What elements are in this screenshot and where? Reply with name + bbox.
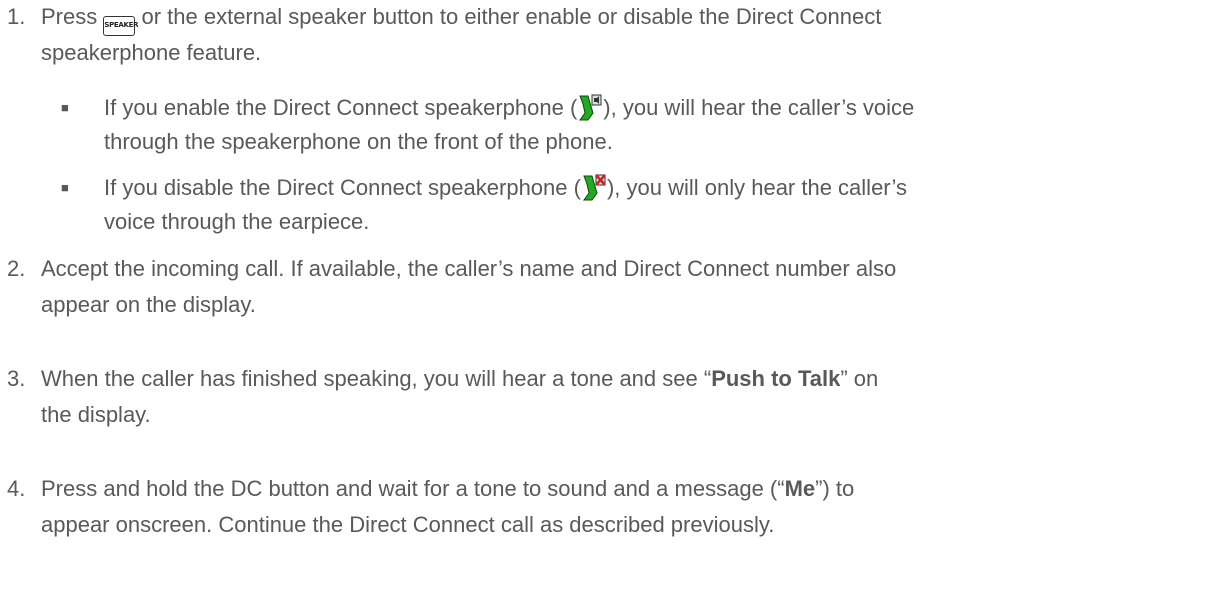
step-number: 2. [7, 256, 26, 281]
step-text: Press SPEAKER or the external speaker bu… [41, 0, 1191, 36]
step-text: Press and hold the DC button and wait fo… [41, 476, 855, 501]
bullet-text-line2: voice through the earpiece. [104, 209, 370, 234]
step-number: 3. [7, 366, 26, 391]
bullet-mark: ■ [61, 100, 69, 115]
step-number: 4. [7, 476, 26, 501]
dc-speaker-off-icon [582, 174, 606, 201]
dc-speaker-on-icon [579, 94, 602, 121]
me-label: Me [784, 476, 816, 501]
bullet-text: If you enable the Direct Connect speaker… [104, 94, 915, 121]
instruction-document: 1. Press SPEAKER or the external speaker… [0, 0, 1207, 613]
step-text: When the caller has finished speaking, y… [41, 366, 879, 391]
step-text-line2: speakerphone feature. [41, 40, 262, 65]
bullet-text: If you disable the Direct Connect speake… [104, 174, 907, 201]
step-text-line2: the display. [41, 402, 151, 427]
step-number: 1. [7, 4, 26, 29]
bullet-mark: ■ [61, 180, 69, 195]
bullet-text-line2: through the speakerphone on the front of… [104, 129, 613, 154]
step-text-line2: appear onscreen. Continue the Direct Con… [41, 512, 775, 537]
push-to-talk-label: Push to Talk [711, 366, 841, 391]
step-text: Accept the incoming call. If available, … [41, 256, 897, 281]
step-text-line2: appear on the display. [41, 292, 256, 317]
speaker-key-icon: SPEAKER [103, 16, 139, 36]
